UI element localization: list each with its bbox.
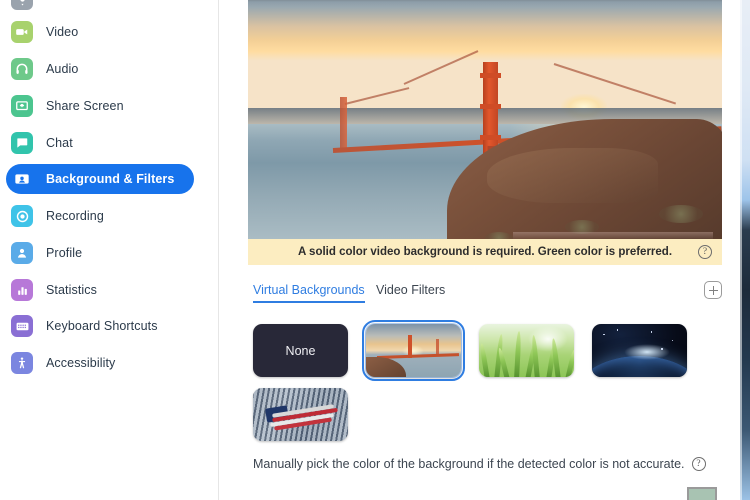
tab-virtual-backgrounds[interactable]: Virtual Backgrounds xyxy=(253,283,365,303)
manual-color-pick-row: Manually pick the color of the backgroun… xyxy=(253,454,725,474)
background-thumbnail-grass[interactable] xyxy=(479,324,574,377)
person-icon xyxy=(11,242,33,264)
help-circle-icon[interactable]: ? xyxy=(691,457,706,471)
sidebar-item-label: Video xyxy=(46,25,79,39)
sidebar-item-label: Background & Filters xyxy=(46,172,175,186)
tab-video-filters[interactable]: Video Filters xyxy=(376,283,445,297)
bar-chart-icon xyxy=(11,279,33,301)
content-tabs: Virtual Backgrounds Video Filters xyxy=(253,281,725,307)
sidebar-item-keyboard-shortcuts[interactable]: Keyboard Shortcuts xyxy=(6,311,194,341)
record-circle-icon xyxy=(11,205,33,227)
sidebar-item-profile[interactable]: Profile xyxy=(6,238,194,268)
banner-text: A solid color video background is requir… xyxy=(297,246,673,258)
preview-shelf xyxy=(513,232,713,239)
sidebar-item-label: Chat xyxy=(46,136,73,150)
sidebar-item-audio[interactable]: Audio xyxy=(6,54,194,84)
sidebar-item-label: Share Screen xyxy=(46,99,124,113)
sidebar-item-label: Profile xyxy=(46,246,83,260)
accessibility-icon xyxy=(11,352,33,374)
video-camera-icon xyxy=(11,21,33,43)
sidebar-item-statistics[interactable]: Statistics xyxy=(6,275,194,305)
add-background-button[interactable] xyxy=(704,281,722,299)
thumbnail-label: None xyxy=(285,343,316,358)
sidebar-item-chat[interactable]: Chat xyxy=(6,128,194,158)
chat-bubble-icon xyxy=(11,132,33,154)
settings-window: Video Audio Share Screen Chat Background xyxy=(0,0,750,500)
gear-icon xyxy=(11,0,33,10)
sidebar-item-background-and-filters[interactable]: Background & Filters xyxy=(6,164,194,194)
sidebar-item-label: Accessibility xyxy=(46,356,116,370)
preview-far-tower xyxy=(340,97,348,149)
sidebar-item-share-screen[interactable]: Share Screen xyxy=(6,91,194,121)
background-thumbnail-flag[interactable] xyxy=(253,388,348,441)
keyboard-icon xyxy=(11,315,33,337)
manual-pick-text: Manually pick the color of the backgroun… xyxy=(253,457,685,471)
preview-brush xyxy=(659,204,704,223)
background-color-swatch[interactable] xyxy=(687,487,717,500)
settings-sidebar: Video Audio Share Screen Chat Background xyxy=(0,0,219,500)
background-and-filters-pane: A solid color video background is requir… xyxy=(219,0,750,500)
background-thumbnail-earth[interactable] xyxy=(592,324,687,377)
sidebar-item-general[interactable] xyxy=(6,0,194,14)
desktop-edge-sliver xyxy=(731,0,750,500)
share-screen-icon xyxy=(11,95,33,117)
background-thumbnail-bridge[interactable] xyxy=(362,320,465,381)
background-thumbnail-none[interactable]: None xyxy=(253,324,348,377)
headphones-icon xyxy=(11,58,33,80)
sidebar-item-video[interactable]: Video xyxy=(6,17,194,47)
sidebar-item-accessibility[interactable]: Accessibility xyxy=(6,348,194,378)
preview-room-overlay xyxy=(248,0,722,2)
sidebar-item-recording[interactable]: Recording xyxy=(6,201,194,231)
video-preview[interactable] xyxy=(248,0,722,239)
sidebar-item-label: Keyboard Shortcuts xyxy=(46,319,158,333)
sidebar-item-label: Statistics xyxy=(46,283,98,297)
help-circle-icon[interactable]: ? xyxy=(698,245,712,259)
person-card-icon xyxy=(11,168,33,190)
sidebar-item-label: Audio xyxy=(46,62,79,76)
green-screen-warning-banner: A solid color video background is requir… xyxy=(248,239,722,265)
sidebar-item-label: Recording xyxy=(46,209,104,223)
